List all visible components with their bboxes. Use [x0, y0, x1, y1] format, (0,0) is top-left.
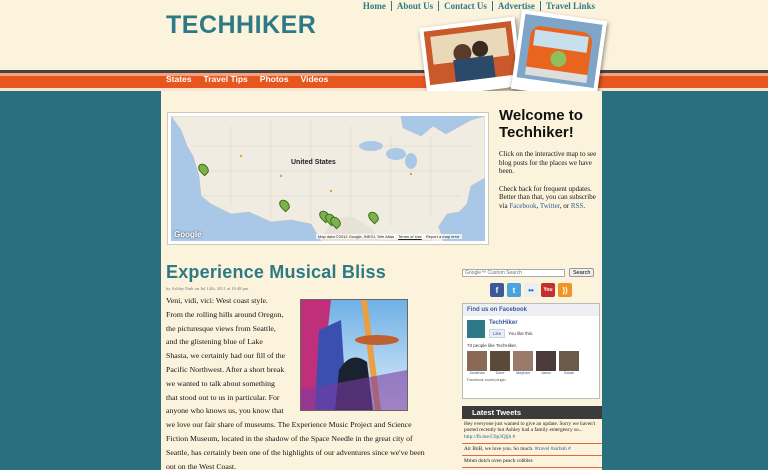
top-nav: Home About Us Contact Us Advertise Trave…	[358, 1, 600, 11]
post-line: the picturesque views from Seattle,	[166, 323, 276, 333]
post-line: Shasta, we certainly had our fill of the	[166, 351, 286, 361]
fb-fan[interactable]: Meghan	[513, 351, 533, 375]
fb-fan-name: Sarah	[563, 371, 575, 375]
top-nav-advertise[interactable]: Advertise	[491, 1, 540, 11]
fb-fan[interactable]: Jonathan	[467, 351, 487, 375]
post-line: that stood out to us in particular. For	[166, 392, 280, 402]
map-attribution: Map data ©2012 Google, INEGI, Tele Atlas…	[316, 234, 462, 239]
sidebar: Search f t •• You )) Find us on Facebook…	[462, 268, 602, 469]
fb-like-count: 73 people like TechHiker.	[467, 343, 517, 348]
rss-icon[interactable]: ))	[558, 283, 572, 297]
header-photo-vw-bus	[510, 9, 608, 101]
post-line: we love our fair share of museums. The E…	[166, 420, 412, 430]
site-logo[interactable]: TECHHIKER	[166, 11, 316, 40]
post-line: Seattle, has certainly been one of the h…	[166, 447, 425, 457]
map-country-label: United States	[291, 159, 336, 166]
tweet-text: Air BnB, we love you. So much.	[464, 445, 535, 452]
tweet-text: Hey everyone just wanted to give an upda…	[464, 421, 596, 434]
fb-fan[interactable]: Jason	[536, 351, 556, 375]
post-line: out on the West Coast.	[166, 461, 237, 470]
post-image-space-needle[interactable]	[300, 299, 408, 411]
fb-fans: Jonathan Dave Meghan Jason Sarah	[463, 349, 599, 377]
fb-fan[interactable]: Sarah	[559, 351, 579, 375]
flickr-icon[interactable]: ••	[524, 283, 538, 297]
interactive-map[interactable]: United States Google Map data ©2012 Goog…	[167, 112, 489, 245]
tweet-item: Air BnB, we love you. So much. #travel #…	[462, 444, 602, 457]
post-line: and the glistening blue of Lake	[166, 337, 263, 347]
tweet-link[interactable]: http://fb.me/C6p3Qljh #	[464, 434, 515, 440]
twitter-icon[interactable]: t	[507, 283, 521, 297]
avatar	[467, 351, 487, 371]
fb-page: TechHiker Like You like this.	[463, 316, 599, 342]
nav-states[interactable]: States	[166, 74, 192, 84]
main-nav: States Travel Tips Photos Videos	[166, 74, 340, 84]
fb-fan-name: Meghan	[516, 371, 530, 375]
welcome-link-twitter[interactable]: Twitter	[540, 202, 560, 210]
avatar	[490, 351, 510, 371]
latest-tweets-header: Latest Tweets	[462, 406, 602, 419]
welcome-sep-2: , or	[559, 201, 571, 210]
avatar	[513, 351, 533, 371]
map-google-logo[interactable]: Google	[174, 230, 202, 239]
fb-box-header: Find us on Facebook	[463, 304, 599, 316]
header-photo-van-interior	[419, 16, 523, 98]
post-line: Veni, vidi, vici: West coast style.	[166, 296, 268, 305]
post-line: From the rolling hills around Oregon,	[166, 309, 284, 319]
top-nav-contact[interactable]: Contact Us	[438, 1, 492, 11]
fb-fan[interactable]: Dave	[490, 351, 510, 375]
welcome-link-rss[interactable]: RSS	[571, 202, 583, 210]
space-needle-graphic	[301, 300, 407, 410]
post-title[interactable]: Experience Musical Bliss	[166, 262, 386, 283]
post-byline: by Ashley Park on Jul 14th, 2011 at 10:4…	[166, 286, 249, 291]
search-box: Search	[462, 268, 602, 277]
fb-like-row: Like You like this.	[489, 329, 533, 338]
main-content: United States Google Map data ©2012 Goog…	[161, 91, 602, 470]
map-report-link[interactable]: Report a map error	[426, 234, 460, 239]
header: TECHHIKER Home About Us Contact Us Adver…	[0, 0, 768, 70]
search-input[interactable]	[462, 268, 565, 277]
welcome-box: Welcome to Techhiker! Click on the inter…	[499, 107, 603, 210]
welcome-para-2: Check back for frequent updates. Better …	[499, 185, 603, 211]
facebook-icon[interactable]: f	[490, 283, 504, 297]
facebook-like-box: Find us on Facebook TechHiker Like You l…	[462, 303, 600, 399]
welcome-suffix: .	[583, 201, 586, 210]
tweet-link[interactable]: #travel #airbnb #	[535, 446, 571, 452]
fb-you-like: You like this.	[508, 331, 534, 336]
nav-travel-tips[interactable]: Travel Tips	[204, 74, 248, 84]
top-nav-travel-links[interactable]: Travel Links	[539, 1, 600, 11]
fb-page-avatar[interactable]	[467, 320, 485, 338]
fb-fan-name: Jonathan	[469, 371, 485, 375]
main-nav-bar	[0, 76, 768, 88]
social-icons: f t •• You ))	[490, 283, 602, 297]
search-button[interactable]: Search	[569, 268, 595, 277]
post-line: Pacific Northwest. After a short break	[166, 364, 285, 374]
tweet-text: Mmm dutch oven peach cobbler.	[464, 458, 534, 465]
youtube-icon[interactable]: You	[541, 283, 555, 297]
nav-videos[interactable]: Videos	[301, 74, 329, 84]
welcome-title: Welcome to Techhiker!	[499, 107, 583, 141]
map-canvas[interactable]: United States Google Map data ©2012 Goog…	[171, 116, 485, 241]
fb-fan-name: Dave	[495, 371, 505, 375]
post-line: Fiction Museum, located in the shadow of…	[166, 433, 413, 443]
post-line: anyone who knows us, you know that	[166, 406, 284, 416]
post-line: we wanted to talk about something	[166, 378, 275, 388]
fb-fan-name: Jason	[540, 371, 552, 375]
welcome-para-1: Click on the interactive map to see blog…	[499, 150, 597, 175]
tweet-item: Mmm dutch oven peach cobbler.	[462, 456, 602, 469]
post-body-narrow: Veni, vidi, vici: West coast style. From…	[166, 294, 298, 418]
top-nav-about[interactable]: About Us	[390, 1, 438, 11]
fb-social-plugin[interactable]: Facebook social plugin	[463, 377, 599, 383]
avatar	[559, 351, 579, 371]
fb-page-name[interactable]: TechHiker	[489, 320, 533, 326]
nav-photos[interactable]: Photos	[260, 74, 289, 84]
avatar	[536, 351, 556, 371]
map-terms-link[interactable]: Terms of Use	[398, 234, 422, 239]
welcome-link-facebook[interactable]: Facebook	[509, 202, 536, 210]
fb-like-button[interactable]: Like	[489, 329, 506, 338]
top-nav-home[interactable]: Home	[358, 1, 391, 11]
map-attribution-text: Map data ©2012 Google, INEGI, Tele Atlas	[318, 234, 395, 239]
tweet-item: Hey everyone just wanted to give an upda…	[462, 419, 602, 444]
